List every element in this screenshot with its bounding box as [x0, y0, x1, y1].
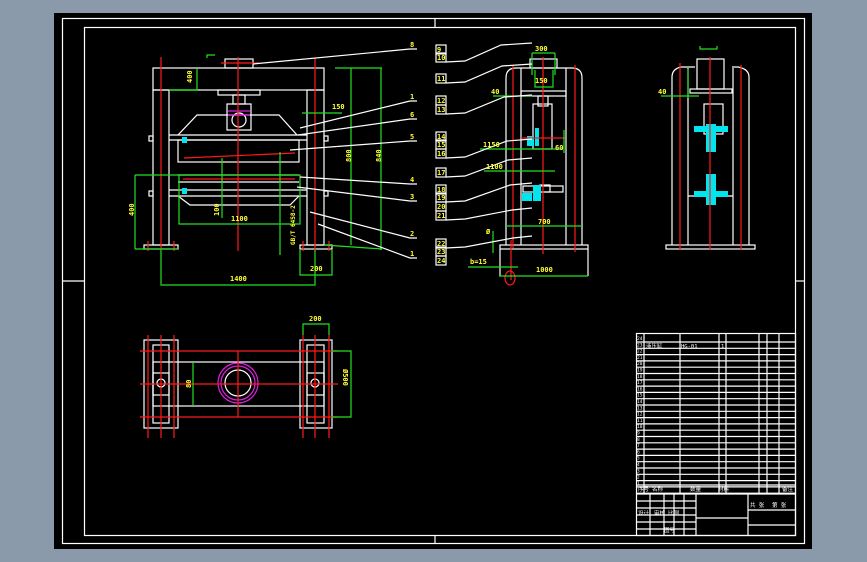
part-label: 19	[437, 194, 445, 202]
dim-platen-width: 1100	[231, 215, 248, 223]
part-label: 16	[437, 150, 445, 158]
row-number: 1	[637, 481, 640, 487]
dim-depth: Ø500	[341, 368, 349, 386]
dim-top-width: 300	[535, 45, 548, 53]
dim-bolt: 100	[213, 203, 221, 216]
part-label: 4	[410, 176, 414, 184]
row-number: 2	[637, 475, 640, 481]
table-header: 材料	[718, 485, 730, 493]
part-label: 15	[437, 141, 445, 149]
row-number: 13	[637, 405, 643, 411]
row-number: 6	[637, 449, 640, 455]
part-label: 12	[437, 97, 445, 105]
row-number: 16	[637, 386, 643, 392]
dim-diameter: Ø	[485, 228, 491, 236]
table-header: 数量	[690, 485, 702, 493]
dim-h1: 1150	[483, 141, 500, 149]
row-number: 19	[637, 368, 643, 374]
part-label: 6	[410, 111, 414, 119]
row-number: 24	[637, 336, 643, 342]
part-label: 1	[410, 93, 414, 101]
title-field: 设计	[638, 509, 650, 517]
dim-outer-height: 840	[375, 149, 383, 162]
part-label: 20	[437, 203, 445, 211]
part-label: 9	[437, 46, 441, 54]
drawing-canvas[interactable]: 81654321 400 150 800 840 400 100 1100 14…	[0, 0, 867, 562]
part-label: 24	[437, 257, 445, 265]
row-name: 液压缸	[646, 342, 663, 350]
row-number: 12	[637, 412, 643, 418]
dim-inner-height: 800	[345, 149, 353, 162]
dim-v: 60	[555, 144, 563, 152]
part-label: 2	[410, 230, 414, 238]
row-number: 4	[637, 462, 640, 468]
row-number: 15	[637, 393, 643, 399]
part-label: 18	[437, 186, 445, 194]
row-number: 20	[637, 361, 643, 367]
table-header: 备注	[782, 485, 794, 493]
part-label: 3	[410, 193, 414, 201]
dim-thread: b=15	[470, 258, 487, 266]
row-number: 3	[637, 468, 640, 474]
dim-inner-width: 700	[538, 218, 551, 226]
row-number: 17	[637, 380, 643, 386]
title-field: 第 张	[772, 501, 787, 509]
standard-label: GB/T 6458-2	[290, 205, 297, 245]
dim-foot-width: 200	[309, 315, 322, 323]
part-label: 10	[437, 54, 445, 62]
dim-crosshead: 150	[332, 103, 345, 111]
row-number: 22	[637, 349, 643, 355]
title-field: 比例	[668, 509, 680, 517]
part-label: 17	[437, 169, 445, 177]
dim-base-width: 1400	[230, 275, 247, 283]
row-qty: 1	[721, 344, 724, 350]
dim-bar: 80	[185, 380, 193, 388]
row-number: 21	[637, 355, 643, 361]
row-number: 8	[637, 437, 640, 443]
row-number: 18	[637, 374, 643, 380]
row-number: 11	[637, 418, 643, 424]
part-label: 14	[437, 133, 445, 141]
row-number: 14	[637, 399, 643, 405]
dim-foot: 200	[310, 265, 323, 273]
row-number: 10	[637, 424, 643, 430]
dim-h2: 1100	[486, 163, 503, 171]
row-number: 7	[637, 443, 640, 449]
title-field: 图号	[664, 526, 676, 534]
table-header: 名称	[652, 485, 664, 493]
part-label: 23	[437, 248, 445, 256]
row-code: HG-01	[681, 344, 698, 350]
part-label: 11	[437, 75, 445, 83]
dim-base-width: 1000	[536, 266, 553, 274]
dim-left-height: 400	[128, 203, 136, 216]
dim-top-height: 150	[535, 77, 548, 85]
part-label: 5	[410, 133, 414, 141]
dim-offset: 40	[491, 88, 499, 96]
row-number: 5	[637, 456, 640, 462]
row-number: 23	[637, 342, 643, 348]
title-field: 共 张	[750, 501, 765, 509]
part-label: 1	[410, 250, 414, 258]
title-field: 审核	[654, 509, 666, 517]
dim-top-gap: 400	[186, 70, 194, 83]
part-label: 21	[437, 212, 445, 220]
cad-viewport[interactable]: 81654321 400 150 800 840 400 100 1100 14…	[0, 0, 867, 562]
part-label: 13	[437, 106, 445, 114]
part-label: 22	[437, 240, 445, 248]
part-label: 8	[410, 41, 414, 49]
table-header: 序号	[638, 485, 650, 493]
row-number: 9	[637, 431, 640, 437]
dim-offset-right: 40	[658, 88, 666, 96]
